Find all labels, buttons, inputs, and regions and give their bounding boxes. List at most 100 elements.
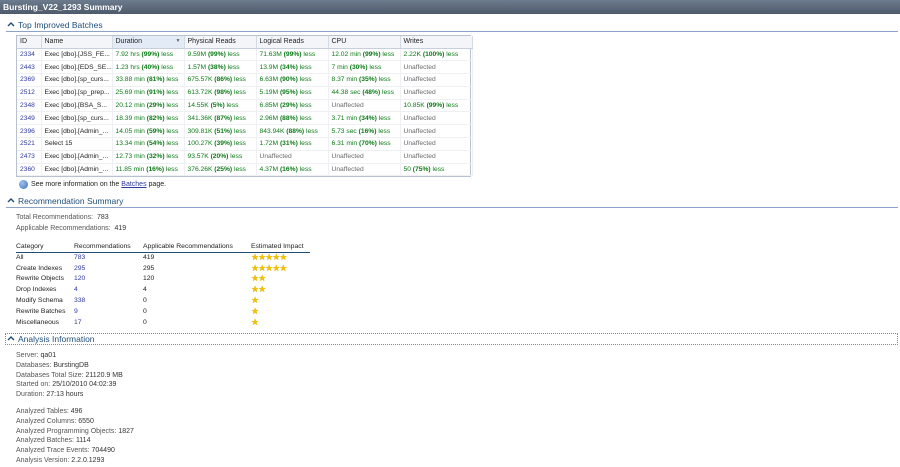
- metric-percent: (40%): [141, 63, 160, 71]
- metric-cell: 5.73 sec (16%) less: [328, 124, 401, 138]
- category-label: Create Indexes: [16, 264, 63, 272]
- metric-value: 14.55K: [187, 102, 211, 110]
- column-header[interactable]: Physical Reads: [184, 36, 257, 49]
- metric-value: 14.05 min: [115, 127, 147, 135]
- metric-value: 100.27K: [187, 140, 215, 148]
- metric-value: 341.36K: [187, 114, 215, 122]
- recommendations-link[interactable]: 17: [74, 317, 143, 328]
- metric-cell: Unaffected: [400, 137, 473, 151]
- recommendations-link[interactable]: 783: [74, 252, 143, 263]
- analysis-field: Analyzed Trace Events: 704490: [16, 447, 115, 454]
- recommendations-link[interactable]: 9: [74, 306, 143, 317]
- less-label: less: [297, 140, 312, 148]
- metric-value: 10.85K: [403, 102, 427, 110]
- unaffected-label: Unaffected: [331, 166, 364, 174]
- column-header[interactable]: ID: [17, 36, 42, 49]
- less-label: less: [232, 140, 246, 148]
- table-row[interactable]: 2443 Exec [dbo].[EDS_SE... 1.23 hrs (40%) …: [17, 60, 473, 74]
- metric-cell: Unaffected: [400, 86, 473, 100]
- unaffected-label: Unaffected: [403, 127, 436, 135]
- metric-value: 1.57M: [187, 63, 208, 71]
- batch-id[interactable]: 2369: [17, 73, 42, 87]
- metric-cell: 6.31 min (70%) less: [328, 137, 401, 151]
- field-value: 2.2.0.1293: [71, 457, 105, 464]
- batch-id[interactable]: 2348: [17, 99, 42, 112]
- metric-percent: (30%): [349, 63, 368, 71]
- column-header: Estimated Impact: [251, 242, 310, 253]
- batch-id[interactable]: 2443: [17, 60, 42, 74]
- metric-cell: 3.71 min (34%) less: [328, 111, 401, 125]
- metric-cell: 6.63M (90%) less: [256, 73, 329, 87]
- column-header[interactable]: CPU: [328, 36, 401, 49]
- recommendations-link[interactable]: 4: [74, 284, 143, 295]
- list-item: Create Indexes 295 295 ★★★★★: [16, 263, 310, 274]
- field-value: BurstingDB: [53, 361, 89, 369]
- batch-id[interactable]: 2512: [17, 86, 42, 100]
- table-row[interactable]: 2360 Exec [dbo].[Admin_... 11.85 min (16%)…: [17, 163, 473, 176]
- table-row[interactable]: 2396 Exec [dbo].[Admin_... 14.05 min (59%)…: [17, 124, 473, 138]
- recommendations-link[interactable]: 120: [74, 274, 143, 285]
- recommendations-link[interactable]: 295: [74, 263, 143, 274]
- less-label: less: [164, 140, 179, 148]
- column-header[interactable]: Logical Reads: [256, 36, 329, 49]
- table-row[interactable]: 2473 Exec [dbo].[Admin_... 12.73 min (32%)…: [17, 150, 473, 164]
- table-row[interactable]: 2512 Exec [dbo].[sp_prep... 25.69 min (91%…: [17, 86, 473, 100]
- metric-cell: Unaffected: [328, 99, 401, 112]
- applicable-value: 419: [114, 225, 127, 232]
- less-label: less: [380, 89, 394, 97]
- table-row[interactable]: 2348 Exec [dbo].[BSA_S... 20.12 min (29%) …: [17, 99, 473, 112]
- star-icon: ★: [279, 262, 287, 273]
- batch-id[interactable]: 2334: [17, 48, 42, 61]
- column-header[interactable]: Duration ▼: [112, 36, 185, 49]
- field-label: Started on:: [16, 381, 51, 389]
- batches-page-link[interactable]: Batches: [121, 181, 146, 188]
- more-info-prefix: See more information on the: [31, 181, 120, 188]
- analysis-field: Analyzed Batches: 1114: [16, 437, 90, 444]
- batch-id[interactable]: 2349: [17, 111, 42, 125]
- metric-cell: 2.96M (88%) less: [256, 111, 329, 125]
- column-header: Applicable Recommendations: [143, 242, 251, 253]
- column-header[interactable]: Name: [41, 36, 113, 49]
- metric-percent: (34%): [359, 114, 377, 122]
- section-recommendations-toggle[interactable]: Recommendation Summary: [6, 195, 123, 207]
- metric-cell: Unaffected: [400, 150, 473, 164]
- less-label: less: [232, 114, 246, 122]
- less-label: less: [232, 127, 246, 135]
- metric-value: 675.57K: [187, 76, 215, 84]
- table-row[interactable]: 2369 Exec [dbo].[sp_curs... 33.88 min (81%…: [17, 73, 473, 87]
- metric-value: 7 min: [331, 63, 350, 71]
- metric-cell: 14.05 min (59%) less: [112, 124, 185, 138]
- metric-value: 3.71 min: [331, 114, 360, 122]
- info-icon: [19, 180, 28, 189]
- section-top-batches-toggle[interactable]: Top Improved Batches: [6, 19, 103, 31]
- impact-stars: ★★: [251, 284, 310, 295]
- section-analysis-toggle[interactable]: Analysis Information: [6, 333, 95, 345]
- metric-value: 44.38 sec: [331, 89, 363, 97]
- metric-cell: 2.22K (100%) less: [400, 48, 473, 61]
- unaffected-label: Unaffected: [403, 114, 436, 122]
- table-row[interactable]: 2349 Exec [dbo].[sp_curs... 18.39 min (82%…: [17, 111, 473, 125]
- batch-id[interactable]: 2396: [17, 124, 42, 138]
- metric-cell: 13.34 min (54%) less: [112, 137, 185, 151]
- batch-name: Exec [dbo].[Admin_...: [41, 124, 113, 138]
- recommendations-link[interactable]: 338: [74, 295, 143, 306]
- chevron-up-icon: [7, 198, 15, 203]
- analysis-field: Server: qa01: [16, 352, 56, 359]
- batch-id[interactable]: 2521: [17, 137, 42, 151]
- unaffected-label: Unaffected: [259, 153, 292, 161]
- metric-percent: (81%): [146, 76, 165, 84]
- total-label: Total Recommendations:: [16, 214, 94, 221]
- table-row[interactable]: 2521 Select 15 13.34 min (54%) less 100.27K…: [17, 137, 473, 151]
- metric-cell: 33.88 min (81%) less: [112, 73, 185, 87]
- metric-cell: 1.23 hrs (40%) less: [112, 60, 185, 74]
- unaffected-label: Unaffected: [403, 63, 436, 71]
- star-icon: ★: [251, 295, 259, 306]
- less-label: less: [225, 63, 240, 71]
- star-icon: ★: [279, 252, 287, 263]
- metric-value: 6.31 min: [331, 140, 360, 148]
- batch-id[interactable]: 2473: [17, 150, 42, 164]
- metric-percent: (98%): [214, 89, 233, 97]
- batch-id[interactable]: 2360: [17, 163, 42, 176]
- column-header[interactable]: Writes: [400, 36, 473, 49]
- table-row[interactable]: 2334 Exec [dbo].[JSS_FE... 7.92 hrs (99%) …: [17, 48, 473, 61]
